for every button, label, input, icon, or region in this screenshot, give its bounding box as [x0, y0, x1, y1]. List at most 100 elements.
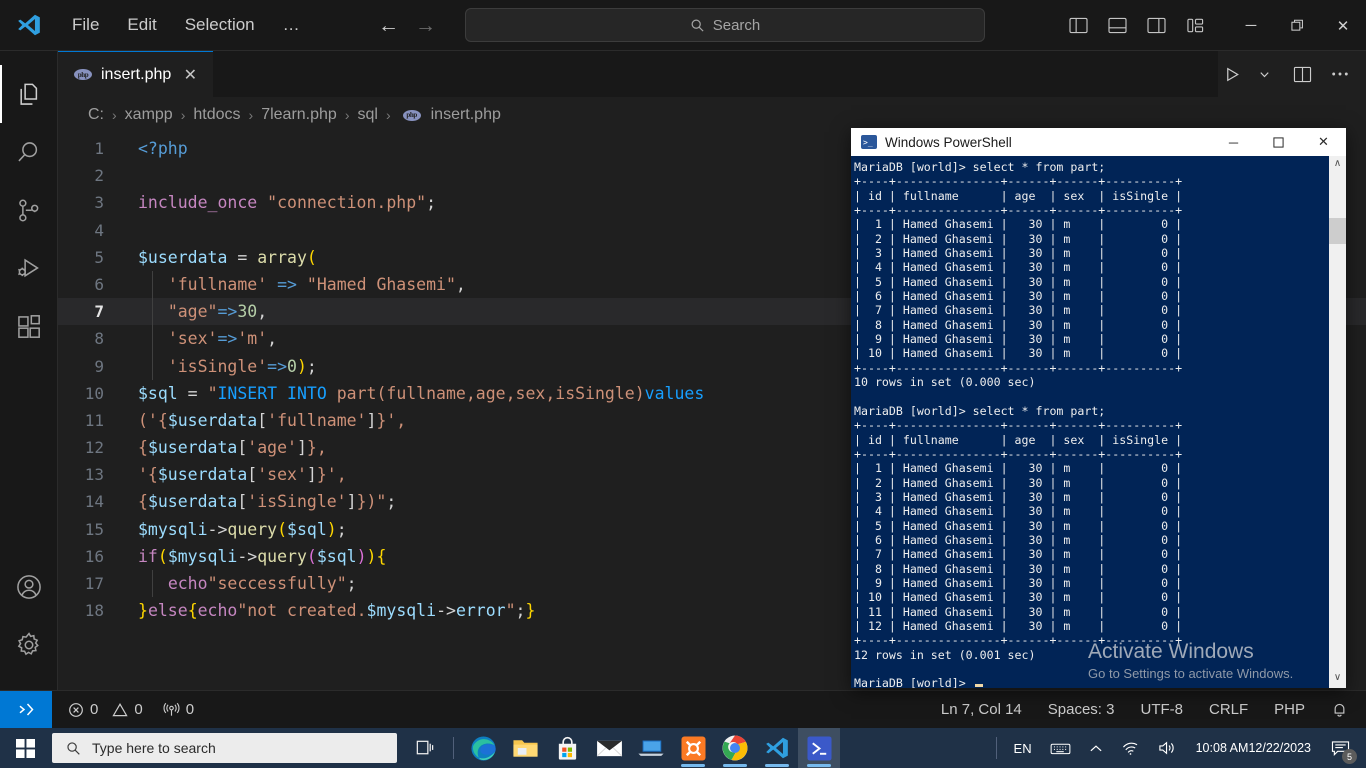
system-tray: EN 10:08 AM 12/22/2023 5 — [988, 728, 1366, 768]
code-token: ] — [296, 438, 307, 458]
menu-selection[interactable]: Selection — [171, 11, 269, 39]
xampp-icon[interactable] — [672, 728, 714, 768]
accounts-icon[interactable] — [0, 558, 58, 616]
encoding-setting[interactable]: UTF-8 — [1140, 701, 1183, 718]
remote-window-button[interactable] — [0, 690, 52, 729]
code-token: INSERT INTO — [217, 383, 327, 403]
sidebar-item-explorer[interactable] — [0, 65, 58, 123]
language-indicator[interactable]: EN — [1005, 728, 1041, 768]
eol-setting[interactable]: CRLF — [1209, 701, 1248, 718]
start-button-icon[interactable] — [0, 728, 50, 768]
tab-label: insert.php — [101, 65, 172, 83]
remote-desktop-icon[interactable] — [630, 728, 672, 768]
code-token: 'sex' — [257, 465, 307, 485]
keyboard-icon[interactable] — [1041, 728, 1080, 768]
notifications-bell-icon[interactable] — [1331, 701, 1348, 718]
forward-arrow-icon[interactable]: → — [415, 15, 436, 36]
powershell-scrollbar[interactable]: ∧ ∨ — [1329, 156, 1346, 688]
line-number: 9 — [94, 356, 104, 376]
code-token: $userdata — [138, 247, 228, 267]
sidebar-item-search[interactable] — [0, 123, 58, 181]
ports-status[interactable]: 0 — [163, 701, 194, 718]
scroll-up-arrow-icon[interactable]: ∧ — [1334, 158, 1341, 172]
code-token: [ — [237, 492, 248, 512]
indentation-setting[interactable]: Spaces: 3 — [1048, 701, 1115, 718]
menu-file[interactable]: File — [58, 11, 113, 39]
tab-insert-php[interactable]: php insert.php ✕ — [58, 51, 214, 97]
clock[interactable]: 10:08 AM 12/22/2023 — [1186, 728, 1321, 768]
line-number: 17 — [84, 574, 104, 593]
notification-center-icon[interactable]: 5 — [1321, 728, 1360, 768]
microsoft-store-icon[interactable] — [546, 728, 588, 768]
vscode-taskbar-icon[interactable] — [756, 728, 798, 768]
line-number: 10 — [84, 383, 104, 403]
menu-more-icon[interactable]: … — [269, 11, 314, 39]
show-hidden-icons-chevron-up-icon[interactable] — [1080, 728, 1112, 768]
volume-icon[interactable] — [1149, 728, 1186, 768]
breadcrumb-item-0[interactable]: C: — [88, 106, 104, 124]
customize-layout-icon[interactable] — [1180, 12, 1210, 40]
code-token: { — [138, 438, 148, 458]
powershell-window[interactable]: >_ Windows PowerShell ─ ✕ MariaDB [world… — [851, 128, 1346, 688]
tray-divider — [995, 737, 997, 759]
breadcrumb-item-3[interactable]: 7learn.php — [261, 106, 337, 124]
breadcrumb-php-icon: php — [402, 109, 421, 121]
sidebar-item-run-debug[interactable] — [0, 239, 58, 297]
breadcrumb-item-4[interactable]: sql — [357, 106, 377, 124]
breadcrumb-sep-4: › — [385, 107, 391, 123]
run-dropdown-chevron-down-icon[interactable] — [1250, 60, 1278, 88]
file-explorer-icon[interactable] — [504, 728, 546, 768]
cursor-position[interactable]: Ln 7, Col 14 — [941, 701, 1022, 718]
breadcrumb-sep-1: › — [180, 107, 186, 123]
toggle-primary-sidebar-icon[interactable] — [1063, 12, 1093, 40]
powershell-terminal[interactable]: MariaDB [world]> select * from part; +--… — [851, 156, 1346, 688]
chrome-icon[interactable] — [714, 728, 756, 768]
powershell-close-button[interactable]: ✕ — [1301, 128, 1346, 156]
powershell-maximize-button[interactable] — [1256, 128, 1301, 156]
split-editor-icon[interactable] — [1288, 60, 1316, 88]
powershell-taskbar-icon[interactable] — [798, 728, 840, 768]
edge-icon[interactable] — [462, 728, 504, 768]
toggle-secondary-sidebar-icon[interactable] — [1141, 12, 1171, 40]
more-actions-icon[interactable] — [1326, 60, 1354, 88]
line-number: 11 — [84, 410, 104, 430]
minimize-button[interactable]: ─ — [1228, 0, 1274, 51]
code-token: $mysqli — [138, 519, 208, 539]
notification-badge: 5 — [1342, 749, 1357, 764]
problems-status[interactable]: 0 0 — [68, 701, 143, 718]
scroll-down-arrow-icon[interactable]: ∨ — [1334, 672, 1341, 686]
mail-icon[interactable] — [588, 728, 630, 768]
run-button-icon[interactable] — [1218, 60, 1246, 88]
close-button[interactable]: ✕ — [1320, 0, 1366, 51]
code-token: } — [525, 601, 536, 621]
breadcrumb-sep-2: › — [248, 107, 254, 123]
breadcrumb-item-2[interactable]: htdocs — [193, 106, 240, 124]
code-token: [ — [257, 410, 268, 430]
powershell-minimize-button[interactable]: ─ — [1211, 128, 1256, 156]
line-number: 12 — [84, 438, 104, 458]
restore-button[interactable] — [1274, 0, 1320, 51]
breadcrumb-item-5[interactable]: insert.php — [431, 106, 501, 124]
scrollbar-thumb[interactable] — [1329, 218, 1346, 244]
windows-taskbar: Type here to search EN 10:08 AM 12/22/20… — [0, 728, 1366, 768]
toggle-panel-icon[interactable] — [1102, 12, 1132, 40]
code-token: ; — [386, 492, 397, 512]
language-mode[interactable]: PHP — [1274, 701, 1305, 718]
taskbar-search-placeholder: Type here to search — [92, 740, 216, 756]
tab-close-icon[interactable]: ✕ — [180, 65, 200, 85]
code-token: 'isSingle' — [247, 492, 347, 512]
back-arrow-icon[interactable]: ← — [378, 15, 399, 36]
menu-edit[interactable]: Edit — [113, 11, 170, 39]
breadcrumb-sep-0: › — [112, 107, 117, 123]
settings-gear-icon[interactable] — [0, 616, 58, 674]
sidebar-item-source-control[interactable] — [0, 181, 58, 239]
task-view-icon[interactable] — [403, 728, 445, 768]
taskbar-search-input[interactable]: Type here to search — [52, 733, 397, 763]
command-search-bar[interactable]: Search — [465, 8, 985, 42]
network-wifi-icon[interactable] — [1112, 728, 1149, 768]
tabs-empty-area — [213, 51, 1366, 97]
breadcrumb-item-1[interactable]: xampp — [125, 106, 173, 124]
sidebar-item-extensions[interactable] — [0, 297, 58, 355]
